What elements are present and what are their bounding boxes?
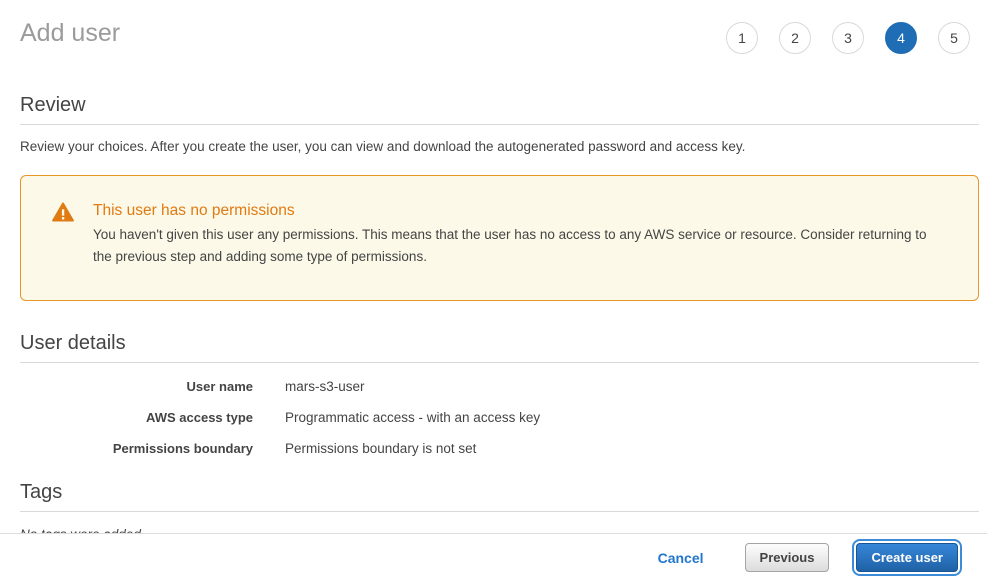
warning-title: This user has no permissions (93, 201, 948, 221)
tags-heading: Tags (20, 481, 979, 512)
cancel-link[interactable]: Cancel (658, 550, 704, 566)
warning-body: You haven't given this user any permissi… (93, 224, 948, 267)
no-permissions-warning-banner: This user has no permissions You haven't… (20, 175, 979, 301)
previous-button[interactable]: Previous (745, 543, 830, 572)
step-indicator-5[interactable]: 5 (938, 22, 970, 54)
wizard-footer: Cancel Previous Create user (0, 533, 987, 581)
page-title: Add user (20, 18, 120, 48)
detail-value: Permissions boundary is not set (285, 441, 979, 456)
wizard-content: Review Review your choices. After you cr… (20, 94, 979, 542)
detail-value: mars-s3-user (285, 379, 979, 394)
step-indicator: 1 2 3 4 5 (726, 22, 970, 54)
detail-row-access-type: AWS access type Programmatic access - wi… (20, 410, 979, 425)
wizard-header: Add user 1 2 3 4 5 (0, 0, 987, 54)
detail-label: User name (20, 379, 253, 394)
step-indicator-4-active[interactable]: 4 (885, 22, 917, 54)
detail-value: Programmatic access - with an access key (285, 410, 979, 425)
detail-row-permissions-boundary: Permissions boundary Permissions boundar… (20, 441, 979, 456)
user-details-list: User name mars-s3-user AWS access type P… (20, 363, 979, 456)
create-user-button[interactable]: Create user (856, 543, 958, 572)
user-details-heading: User details (20, 332, 979, 363)
detail-row-user-name: User name mars-s3-user (20, 379, 979, 394)
step-indicator-1[interactable]: 1 (726, 22, 758, 54)
review-description: Review your choices. After you create th… (20, 125, 979, 156)
detail-label: Permissions boundary (20, 441, 253, 456)
step-indicator-3[interactable]: 3 (832, 22, 864, 54)
detail-label: AWS access type (20, 410, 253, 425)
warning-text-block: This user has no permissions You haven't… (93, 201, 948, 267)
warning-triangle-icon (52, 202, 74, 227)
review-heading: Review (20, 94, 979, 125)
step-indicator-2[interactable]: 2 (779, 22, 811, 54)
